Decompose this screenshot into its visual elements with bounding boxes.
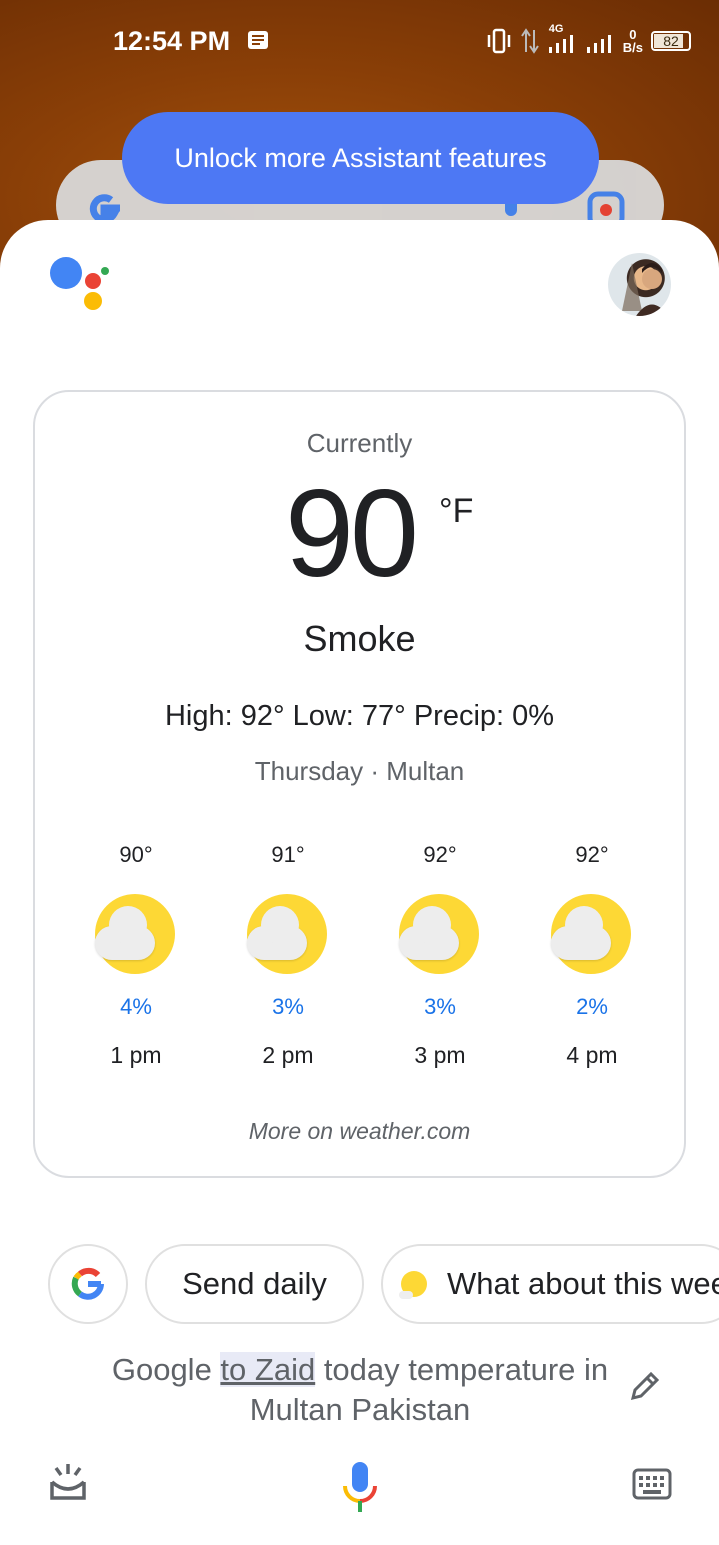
hourly-forecast-item: 90° 4% 1 pm — [81, 842, 191, 1069]
microphone-icon[interactable] — [340, 1460, 380, 1516]
keyboard-icon[interactable] — [632, 1468, 672, 1500]
hourly-temp: 92° — [575, 842, 609, 867]
hourly-time: 3 pm — [414, 1042, 466, 1068]
hourly-temp: 90° — [119, 842, 153, 867]
status-bar: 12:54 PM 4G 0 B/s 82 — [0, 0, 719, 80]
google-assistant-logo — [50, 257, 109, 310]
partly-cloudy-icon — [547, 890, 637, 974]
current-temperature: 90 — [285, 465, 419, 603]
unlock-assistant-features-label: Unlock more Assistant features — [174, 142, 547, 173]
google-search-chip[interactable] — [48, 1244, 128, 1324]
hourly-precip: 2% — [576, 994, 608, 1019]
currently-label: Currently — [306, 428, 413, 458]
snapshot-icon[interactable] — [48, 1460, 88, 1502]
hourly-forecast-item: 91° 3% 2 pm — [233, 842, 343, 1069]
avatar-photo-icon — [622, 263, 668, 316]
send-daily-chip[interactable]: Send daily — [145, 1244, 364, 1324]
hourly-precip: 4% — [120, 994, 152, 1019]
partly-cloudy-icon — [395, 890, 485, 974]
weather-condition: Smoke — [303, 618, 416, 659]
temperature-unit: °F — [439, 492, 474, 530]
partly-cloudy-icon — [399, 1271, 427, 1299]
status-time: 12:54 PM — [113, 26, 231, 56]
partly-cloudy-icon — [243, 890, 333, 974]
unlock-assistant-features-button[interactable]: Unlock more Assistant features — [122, 112, 599, 204]
vibrate-icon — [487, 28, 511, 54]
hourly-temp: 92° — [423, 842, 457, 867]
google-g-icon — [71, 1267, 104, 1300]
hourly-forecast-item: 92° 2% 4 pm — [537, 842, 647, 1069]
network-speed: 0 B/s — [623, 28, 643, 54]
user-avatar[interactable] — [608, 253, 671, 316]
signal-strength-2-icon — [586, 35, 611, 53]
spoken-query-text[interactable]: Google to Zaid today temperature in Mult… — [110, 1350, 610, 1430]
more-on-weather-link[interactable]: More on weather.com — [35, 1118, 684, 1145]
query-highlight: to Zaid — [220, 1352, 316, 1387]
edit-pencil-icon[interactable] — [627, 1370, 661, 1404]
send-daily-label: Send daily — [182, 1266, 327, 1301]
high-low-precip: High: 92° Low: 77° Precip: 0% — [164, 700, 555, 732]
hourly-time: 4 pm — [566, 1042, 618, 1068]
status-icons: 4G 0 B/s 82 — [485, 23, 691, 58]
message-notification-icon — [248, 31, 268, 49]
hourly-time: 2 pm — [262, 1042, 314, 1068]
weekend-weather-chip[interactable]: What about this weekend — [381, 1244, 719, 1324]
battery-icon: 82 — [651, 31, 691, 51]
day-location: Thursday · Multan — [254, 756, 465, 786]
partly-cloudy-icon — [91, 890, 181, 974]
data-transfer-icon — [520, 28, 539, 54]
signal-strength-icon — [548, 35, 573, 53]
query-part-1: Google — [111, 1352, 221, 1387]
hourly-forecast-item: 92° 3% 3 pm — [385, 842, 495, 1069]
weather-card[interactable]: Currently 90 °F Smoke High: 92° Low: 77°… — [33, 390, 686, 1178]
network-speed-unit: B/s — [622, 40, 643, 55]
hourly-precip: 3% — [424, 994, 456, 1019]
hourly-time: 1 pm — [110, 1042, 162, 1068]
signal-4g: 4G — [547, 23, 577, 55]
battery-level: 82 — [663, 33, 679, 49]
weekend-weather-label: What about this weekend — [447, 1266, 719, 1301]
hourly-temp: 91° — [271, 842, 305, 867]
hourly-precip: 3% — [272, 994, 304, 1019]
